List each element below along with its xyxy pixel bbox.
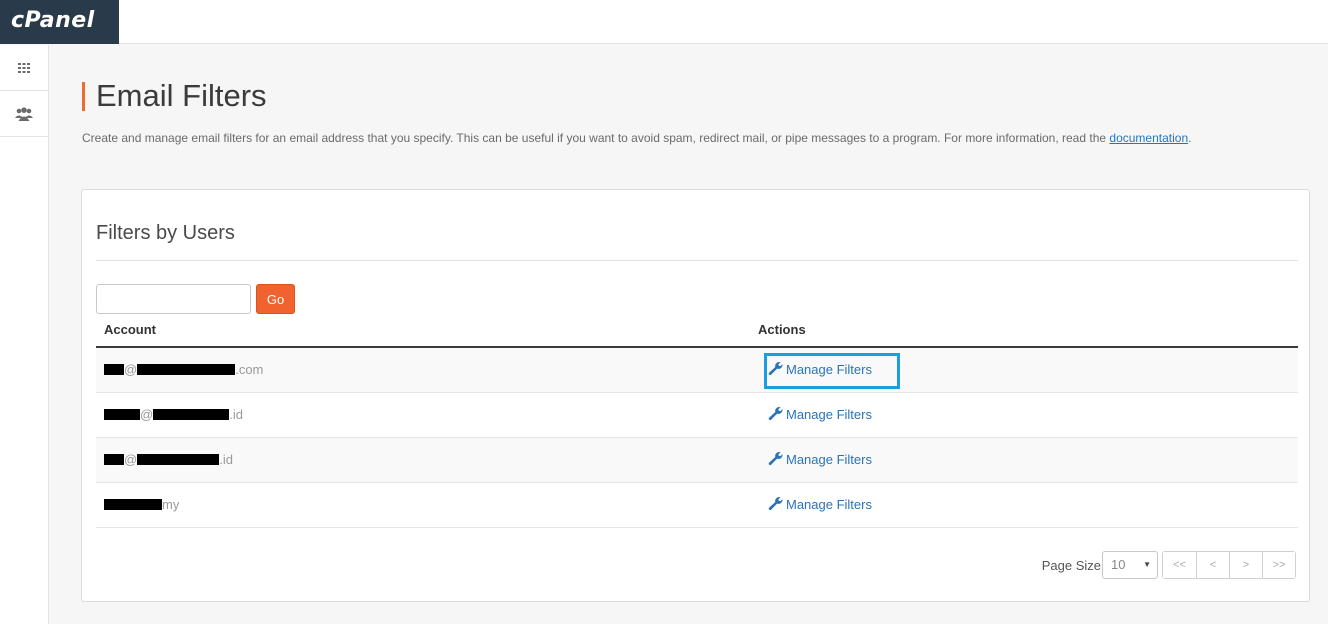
column-header-account[interactable]: Account bbox=[104, 322, 156, 337]
page-size-value: 10 bbox=[1111, 557, 1126, 572]
table-row: @ .id Manage Filters bbox=[96, 393, 1298, 438]
manage-filters-label: Manage Filters bbox=[786, 407, 872, 422]
wrench-icon bbox=[768, 452, 783, 466]
account-email: @ .id bbox=[104, 407, 243, 422]
pagination: Page Size 10 ▼ << < > >> bbox=[896, 550, 1296, 580]
documentation-link[interactable]: documentation bbox=[1109, 131, 1188, 145]
sidebar-item-apps[interactable] bbox=[0, 45, 48, 91]
manage-filters-label: Manage Filters bbox=[786, 497, 872, 512]
grid-icon bbox=[18, 62, 30, 73]
manage-filters-link[interactable]: Manage Filters bbox=[768, 362, 872, 377]
column-header-actions: Actions bbox=[758, 322, 806, 337]
manage-filters-label: Manage Filters bbox=[786, 362, 872, 377]
page-size-label: Page Size bbox=[1041, 558, 1101, 573]
redacted-block bbox=[137, 364, 236, 375]
email-at: @ bbox=[124, 452, 138, 467]
wrench-icon bbox=[768, 497, 783, 511]
sidebar bbox=[0, 45, 49, 624]
panel-title: Filters by Users bbox=[96, 222, 235, 244]
description-text: Create and manage email filters for an e… bbox=[82, 131, 1110, 145]
page-size-select[interactable]: 10 ▼ bbox=[1102, 551, 1158, 579]
redacted-block bbox=[104, 409, 140, 420]
manage-filters-link[interactable]: Manage Filters bbox=[768, 452, 872, 467]
page-nav-buttons: << < > >> bbox=[1162, 551, 1296, 579]
email-at: @ bbox=[124, 362, 138, 377]
top-bar: cPanel bbox=[0, 0, 1328, 44]
email-tld: my bbox=[162, 497, 180, 512]
accounts-table: @ .com Manage Filters @ .id Manage Filters… bbox=[96, 348, 1298, 528]
redacted-block bbox=[104, 454, 124, 465]
account-email: my bbox=[104, 497, 179, 512]
wrench-icon bbox=[768, 407, 783, 421]
sidebar-item-users[interactable] bbox=[0, 91, 48, 137]
account-email: @ .id bbox=[104, 452, 233, 467]
go-button[interactable]: Go bbox=[256, 284, 295, 314]
account-email: @ .com bbox=[104, 362, 263, 377]
chevron-down-icon: ▼ bbox=[1143, 560, 1151, 569]
manage-filters-link[interactable]: Manage Filters bbox=[768, 497, 872, 512]
description-end: . bbox=[1188, 131, 1192, 145]
redacted-block bbox=[153, 409, 230, 420]
table-row: @ .com Manage Filters bbox=[96, 348, 1298, 393]
divider bbox=[96, 260, 1298, 261]
wrench-icon bbox=[768, 362, 783, 376]
table-row: @ .id Manage Filters bbox=[96, 438, 1298, 483]
redacted-block bbox=[137, 454, 220, 465]
next-page-button[interactable]: > bbox=[1229, 552, 1262, 578]
search-input[interactable] bbox=[96, 284, 251, 314]
table-row: my Manage Filters bbox=[96, 483, 1298, 528]
users-icon bbox=[15, 106, 33, 121]
prev-page-button[interactable]: < bbox=[1196, 552, 1229, 578]
email-tld: .id bbox=[229, 407, 243, 422]
filters-panel: Filters by Users Go Account Actions @ .co… bbox=[81, 189, 1310, 602]
first-page-button[interactable]: << bbox=[1163, 552, 1196, 578]
page-title: Email Filters bbox=[96, 78, 267, 113]
title-accent-bar bbox=[82, 82, 85, 111]
cpanel-logo[interactable]: cPanel bbox=[0, 0, 119, 44]
page-description: Create and manage email filters for an e… bbox=[82, 131, 1191, 145]
email-tld: .id bbox=[219, 452, 233, 467]
redacted-block bbox=[104, 364, 124, 375]
email-at: @ bbox=[140, 407, 154, 422]
last-page-button[interactable]: >> bbox=[1262, 552, 1295, 578]
redacted-block bbox=[104, 499, 162, 510]
manage-filters-label: Manage Filters bbox=[786, 452, 872, 467]
manage-filters-link[interactable]: Manage Filters bbox=[768, 407, 872, 422]
email-tld: .com bbox=[235, 362, 264, 377]
